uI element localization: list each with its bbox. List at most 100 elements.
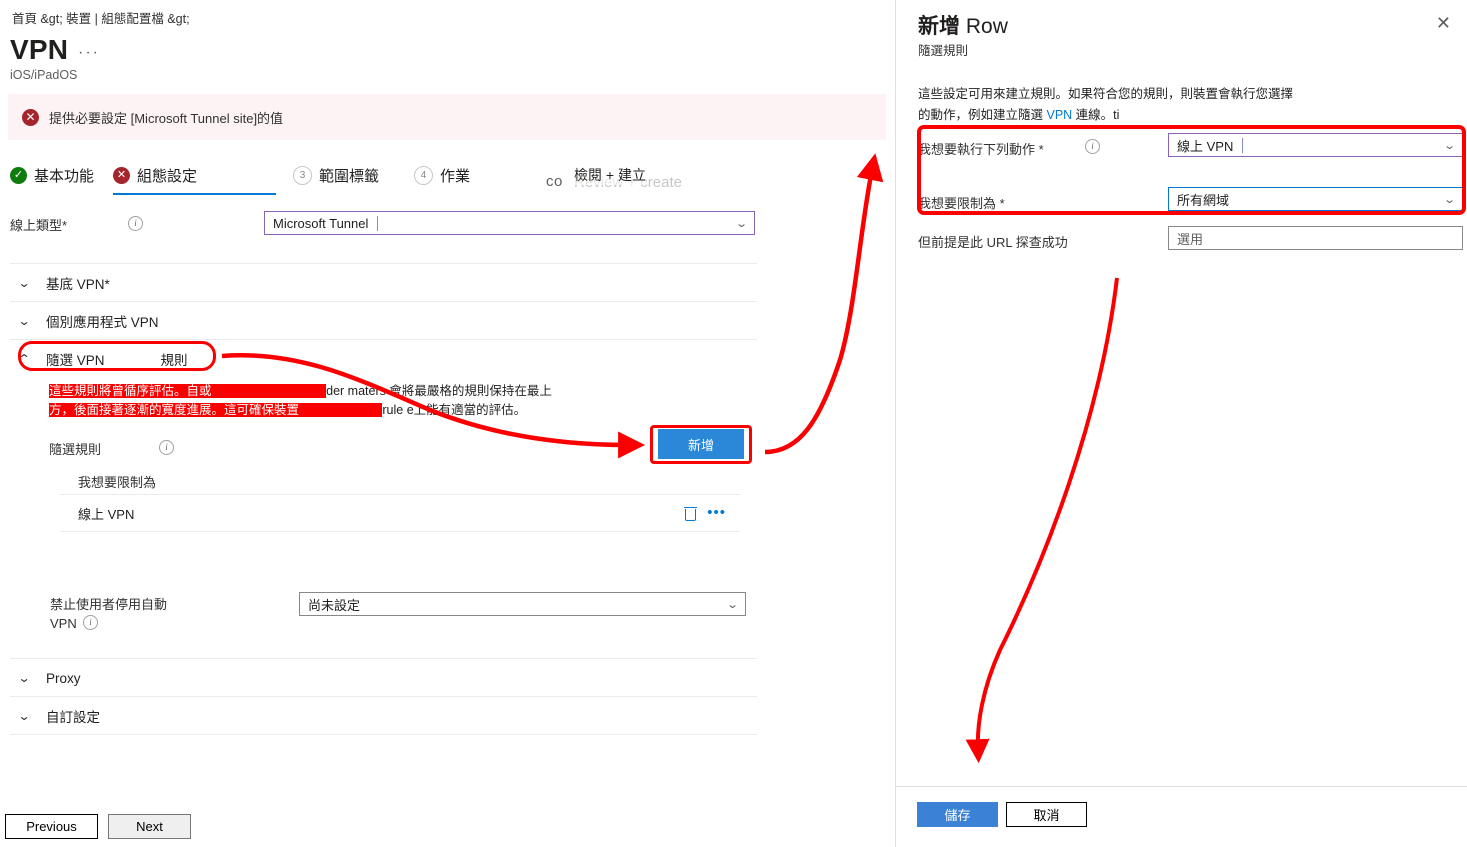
table-cell-value: 線上 VPN (78, 506, 135, 522)
main-blade: 首頁 &gt; 裝置 | 組態配置檔 &gt; VPN ··· iOS/iPad… (0, 0, 895, 847)
side-panel-description: 這些設定可用來建立規則。如果符合您的規則，則裝置會執行您選擇 的動作，例如建立隨… (918, 84, 1318, 126)
disable-auto-vpn-value: 尚未設定 (308, 597, 361, 613)
accordion-per-app-vpn[interactable]: ⌄ 個別應用程式 VPN (10, 301, 757, 340)
side-panel-footer: 儲存 取消 (896, 786, 1467, 847)
tab-configuration-label: 組態設定 (137, 167, 198, 185)
url-probe-placeholder: 選用 (1177, 231, 1204, 247)
tab-assignments[interactable]: 4 作業 (414, 160, 470, 190)
info-icon[interactable]: i (1085, 139, 1100, 154)
side-panel-title-bold: 新增 (918, 15, 960, 38)
chevron-down-icon: ⌄ (17, 314, 31, 328)
add-rule-button[interactable]: 新增 (658, 429, 744, 459)
cancel-button[interactable]: 取消 (1006, 802, 1087, 827)
check-circle-icon: ✓ (10, 166, 27, 184)
description-line1-tail: der maters 會將最嚴格的規則保持在最上 (326, 384, 552, 398)
close-icon[interactable]: ✕ (1436, 14, 1451, 32)
add-row-side-panel: 新增 Row 隨選規則 ✕ 這些設定可用來建立規則。如果符合您的規則，則裝置會執… (895, 0, 1467, 847)
side-panel-description-line2-pre: 的動作，例如建立隨選 (918, 108, 1047, 122)
tab-assignments-label: 作業 (440, 167, 471, 185)
side-panel-title-suffix: Row (965, 15, 1008, 38)
chevron-down-icon: ⌄ (725, 598, 739, 611)
tab-active-underline (113, 193, 276, 195)
side-panel-description-link[interactable]: VPN (1046, 108, 1072, 122)
step-number-4-icon: 4 (414, 165, 433, 185)
connection-type-value: Microsoft Tunnel (273, 215, 369, 231)
tab-review-prefix: co (546, 173, 563, 190)
disable-auto-vpn-label: 禁止使用者停用自動 VPN (50, 595, 210, 633)
info-icon[interactable]: i (83, 615, 98, 630)
more-ellipsis-icon[interactable]: ··· (78, 44, 100, 62)
text-caret (377, 215, 379, 231)
description-line1-redacted: 這些規則將曾循序評估。自或 (49, 384, 212, 398)
tab-scope-tags[interactable]: 3 範圍標籤 (293, 160, 379, 190)
accordion-proxy-label: Proxy (46, 670, 81, 686)
tab-basics[interactable]: ✓ 基本功能 (10, 160, 94, 190)
accordion-custom-settings[interactable]: ⌄ 自訂設定 (10, 696, 757, 735)
table-column-header: 我想要限制為 (60, 468, 740, 495)
side-panel-description-line1: 這些設定可用來建立規則。如果符合您的規則，則裝置會執行您選擇 (918, 87, 1294, 101)
disable-auto-vpn-label-line1: 禁止使用者停用自動 (50, 597, 168, 612)
previous-button[interactable]: Previous (5, 814, 98, 839)
save-button[interactable]: 儲存 (917, 802, 998, 827)
tab-review-create[interactable]: co Review + create 檢閱 + 建立 (546, 162, 716, 196)
chevron-down-icon: ⌄ (1442, 193, 1456, 206)
side-panel-title: 新增 Row (918, 10, 1008, 40)
next-button[interactable]: Next (108, 814, 191, 839)
error-circle-icon: ✕ (113, 166, 130, 184)
on-demand-rules-table: 我想要限制為 線上 VPN ••• (60, 468, 740, 532)
more-ellipsis-icon[interactable]: ••• (707, 505, 726, 520)
side-panel-subtitle: 隨選規則 (918, 44, 969, 58)
accordion-proxy[interactable]: ⌄ Proxy (10, 658, 757, 697)
description-line2-tail: rule e上能有適當的評估。 (382, 403, 527, 417)
chevron-up-icon: ⌃ (17, 352, 31, 366)
chevron-down-icon: ⌄ (17, 671, 31, 685)
url-probe-field-label: 但前提是此 URL 探查成功 (918, 235, 1068, 250)
text-caret (1242, 137, 1244, 153)
table-row[interactable]: 線上 VPN ••• (60, 495, 740, 532)
action-dropdown[interactable]: 線上 VPN ⌄ (1168, 133, 1463, 157)
action-dropdown-value: 線上 VPN (1177, 138, 1234, 154)
description-line2-blackout (299, 403, 383, 417)
page-subtitle: iOS/iPadOS (10, 68, 78, 82)
connection-type-label: 線上類型* (10, 218, 68, 233)
accordion-on-demand-label-part2: 規則 (160, 353, 188, 368)
accordion-per-app-vpn-label: 個別應用程式 VPN (46, 315, 159, 330)
breadcrumb[interactable]: 首頁 &gt; 裝置 | 組態配置檔 &gt; (12, 8, 190, 27)
disable-auto-vpn-label-line2: VPN (50, 616, 77, 631)
accordion-on-demand-label-part1: 隨選 VPN (46, 353, 105, 368)
page-title: VPN (10, 34, 69, 65)
tab-scope-tags-label: 範圍標籤 (319, 167, 380, 185)
error-banner: ✕ 提供必要設定 [Microsoft Tunnel site]的值 (8, 94, 886, 140)
divider (10, 734, 757, 735)
on-demand-rules-label: 隨選規則 (49, 442, 102, 457)
row-actions: ••• (684, 505, 740, 521)
tab-configuration[interactable]: ✕ 組態設定 (113, 160, 197, 190)
accordion-on-demand-vpn-rules[interactable]: ⌃ 隨選 VPN 規則 (10, 339, 757, 378)
description-line2-redacted: 方，後面接著逐漸的寬度進展。這可確保裝置 (49, 403, 300, 417)
info-icon[interactable]: i (159, 440, 174, 455)
tab-basics-label: 基本功能 (34, 167, 95, 185)
restrict-to-dropdown-value: 所有網域 (1177, 192, 1230, 208)
url-probe-input[interactable]: 選用 (1168, 226, 1463, 250)
chevron-down-icon: ⌄ (1442, 139, 1456, 152)
side-panel-description-line2-post: 連線。ti (1072, 108, 1120, 122)
disable-auto-vpn-dropdown[interactable]: 尚未設定 ⌄ (299, 592, 746, 616)
on-demand-description: 這些規則將曾循序評估。自或 der maters 會將最嚴格的規則保持在最上 方… (49, 382, 609, 420)
accordion-base-vpn[interactable]: ⌄ 基底 VPN* (10, 263, 757, 302)
accordion-custom-settings-label: 自訂設定 (46, 710, 100, 725)
chevron-down-icon: ⌄ (17, 709, 31, 723)
description-line1-blackout (211, 384, 327, 398)
info-icon[interactable]: i (128, 216, 143, 231)
restrict-to-field-label: 我想要限制為 * (918, 196, 1005, 211)
trash-icon[interactable] (684, 506, 698, 521)
tab-review-label: 檢閱 + 建立 (574, 165, 646, 185)
action-field-label: 我想要執行下列動作 * (918, 142, 1044, 157)
chevron-down-icon: ⌄ (734, 217, 748, 230)
step-number-3-icon: 3 (293, 165, 312, 185)
restrict-to-dropdown[interactable]: 所有網域 ⌄ (1168, 187, 1463, 211)
connection-type-dropdown[interactable]: Microsoft Tunnel ⌄ (264, 211, 755, 235)
chevron-down-icon: ⌄ (17, 276, 31, 290)
wizard-tabs: ✓ 基本功能 ✕ 組態設定 3 範圍標籤 4 作業 co Review + cr… (10, 160, 710, 200)
accordion-base-vpn-label: 基底 VPN* (46, 277, 110, 292)
error-circle-icon: ✕ (22, 108, 39, 126)
